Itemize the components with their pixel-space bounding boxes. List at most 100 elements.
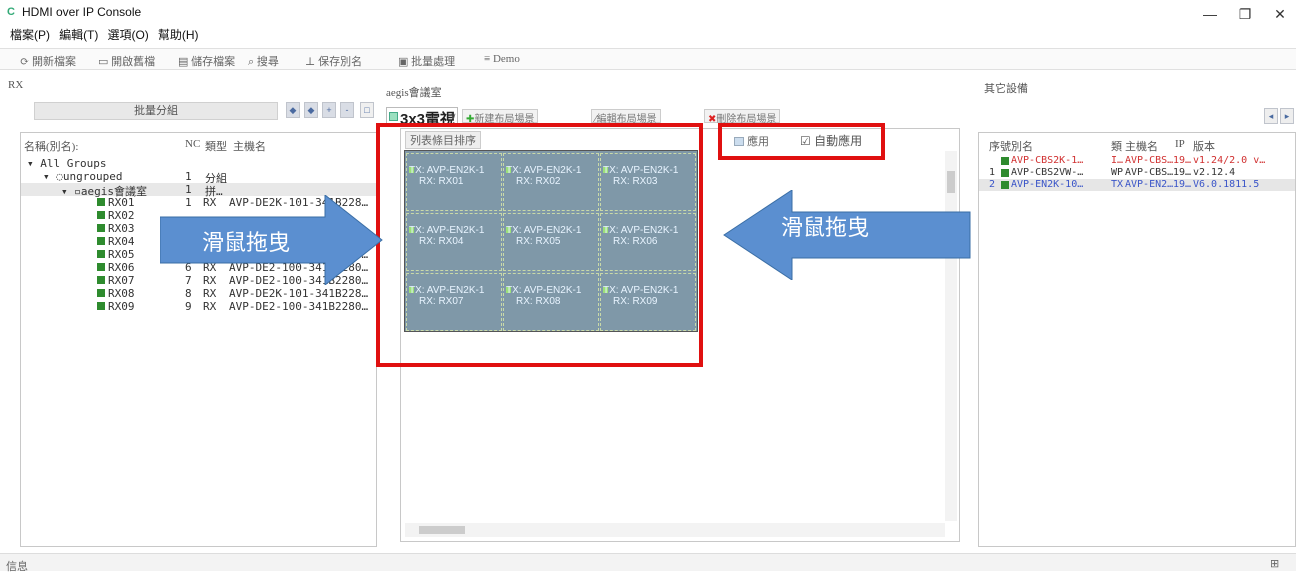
app-logo-icon: C: [7, 6, 15, 18]
rx-device-icon: [97, 302, 105, 310]
maximize-button[interactable]: ❐: [1230, 6, 1260, 22]
device-name: AVP-EN2K-10…: [1011, 179, 1084, 190]
move-up-button[interactable]: ◆: [286, 102, 300, 118]
open-file-button[interactable]: ▭ 開啟舊檔: [98, 53, 155, 69]
device-ver: V6.0.1811.5: [1193, 179, 1260, 190]
col-version: 版本: [1193, 141, 1215, 153]
device-type: WP: [1111, 167, 1124, 178]
rx-device-icon: [97, 237, 105, 245]
tree-rx-item[interactable]: RX08: [97, 287, 135, 300]
rx-device-icon: [97, 224, 105, 232]
window-title: HDMI over IP Console: [22, 5, 142, 19]
col-type: 類: [1111, 141, 1122, 153]
device-ver: v1.24/2.0 v…: [1193, 155, 1266, 166]
device-host: AVP-CBS…: [1125, 167, 1174, 178]
close-button[interactable]: ✕: [1265, 6, 1295, 22]
rx-panel-title: RX: [8, 79, 24, 91]
pin-icon[interactable]: ⊞: [1270, 557, 1279, 570]
grid-highlight-box: [376, 123, 703, 367]
col-name: 名稱(別名):: [24, 141, 79, 153]
ungrouped-nc: 1: [185, 170, 192, 183]
scroll-left-button[interactable]: ◂: [1264, 108, 1278, 124]
rx-nc: 8: [185, 287, 192, 300]
minimize-button[interactable]: —: [1195, 6, 1225, 22]
devices-table: 序號 別名 類 主機名 IP 版本 AVP-CBS2K-1… I… AVP-CBS……: [978, 132, 1296, 547]
rx-type: RX: [203, 287, 217, 300]
rx-device-icon: [97, 263, 105, 271]
rx-device-icon: [97, 276, 105, 284]
batch-group-button[interactable]: 批量分組: [34, 102, 278, 120]
col-ip: IP: [1175, 138, 1185, 150]
device-ip: 19…: [1173, 167, 1192, 178]
tree-rx-item[interactable]: RX06: [97, 261, 135, 274]
chevron-down-icon: ∨: [450, 111, 457, 121]
col-nc: NC: [185, 138, 201, 150]
device-name: AVP-CBS2K-1…: [1011, 155, 1084, 166]
device-row[interactable]: AVP-CBS2K-1… I… AVP-CBS… 19… v1.24/2.0 v…: [979, 155, 1295, 167]
device-type: TX: [1111, 179, 1124, 190]
device-icon: [1001, 157, 1009, 165]
tree-rx-item[interactable]: RX07: [97, 274, 135, 287]
edit-layout-button[interactable]: ⁄編輯布局場景: [591, 109, 661, 125]
menu-help[interactable]: 幫助(H): [158, 26, 199, 43]
other-devices-title: 其它設備: [984, 83, 1028, 95]
tree-rx-item[interactable]: RX03: [97, 222, 135, 235]
apply-highlight-box: [718, 123, 885, 160]
rx-device-icon: [97, 289, 105, 297]
right-arrow-label: 滑鼠拖曳: [781, 215, 870, 240]
tree-rx-item[interactable]: RX04: [97, 235, 135, 248]
toolbar: ⟳ 開新檔案 ▭ 開啟舊檔 ▤ 儲存檔案 ⌕ 搜尋 ⊥ 保存別名 ▣ 批量處理 …: [0, 48, 1296, 70]
rx-nc: 9: [185, 300, 192, 313]
device-row[interactable]: 1 AVP-CBS2VW-… WP AVP-CBS… 19… v2.12.4: [979, 167, 1295, 179]
batch-process-button[interactable]: ▣ 批量處理: [398, 53, 455, 69]
new-layout-button[interactable]: ✚新建布局場景: [462, 109, 539, 125]
menu-edit[interactable]: 編輯(T): [59, 26, 98, 43]
col-index: 序號: [989, 141, 1011, 153]
rx-device-icon: [97, 211, 105, 219]
col-host: 主機名: [1125, 141, 1158, 153]
rx-device-icon: [97, 198, 105, 206]
tree-ungrouped[interactable]: ▾ ◌ungrouped: [43, 170, 122, 183]
device-idx: 2: [989, 179, 996, 190]
tree-rx-item[interactable]: RX09: [97, 300, 135, 313]
device-row[interactable]: 2 AVP-EN2K-10… TX AVP-EN2… 19… V6.0.1811.5: [979, 179, 1295, 191]
remove-button[interactable]: -: [340, 102, 354, 118]
rx-host: AVP-DE2K-101-341B228…: [229, 287, 369, 300]
title-bar: C HDMI over IP Console — ❐ ✕: [0, 0, 1296, 22]
menu-bar: 檔案(P) 編輯(T) 選項(O) 幫助(H): [0, 22, 1296, 42]
move-down-button[interactable]: ◆: [304, 102, 318, 118]
device-host: AVP-CBS…: [1125, 155, 1174, 166]
scroll-right-button[interactable]: ▸: [1280, 108, 1294, 124]
left-arrow-label: 滑鼠拖曳: [202, 230, 291, 255]
menu-file[interactable]: 檔案(P): [10, 26, 50, 43]
room-title: aegis會議室: [386, 87, 442, 99]
save-alias-button[interactable]: ⊥ 保存別名: [305, 53, 362, 69]
horizontal-scrollbar[interactable]: [405, 523, 945, 537]
demo-button[interactable]: ≡ Demo: [484, 53, 520, 65]
rx-device-icon: [97, 250, 105, 258]
tree-rx-item[interactable]: RX01: [97, 196, 135, 209]
menu-options[interactable]: 選項(O): [107, 26, 148, 43]
tree-rx-item[interactable]: RX02: [97, 209, 135, 222]
rx-host: AVP-DE2-100-341B2280…: [229, 300, 369, 313]
col-host: 主機名: [233, 141, 266, 153]
tree-all-groups[interactable]: ▾ All Groups: [27, 157, 106, 170]
device-idx: 1: [989, 167, 996, 178]
add-button[interactable]: +: [322, 102, 336, 118]
extra-button[interactable]: □: [360, 102, 374, 118]
delete-layout-button[interactable]: ✖刪除布局場景: [704, 109, 781, 125]
status-label: 信息: [6, 561, 28, 573]
col-alias: 別名: [1011, 141, 1033, 153]
rx-type: RX: [203, 300, 217, 313]
device-name: AVP-CBS2VW-…: [1011, 167, 1084, 178]
search-button[interactable]: ⌕ 搜尋: [248, 53, 279, 69]
tree-rx-item[interactable]: RX05: [97, 248, 135, 261]
new-file-button[interactable]: ⟳ 開新檔案: [20, 53, 76, 69]
save-file-button[interactable]: ▤ 儲存檔案: [178, 53, 235, 69]
device-type: I…: [1111, 155, 1124, 166]
device-icon: [1001, 169, 1009, 177]
device-host: AVP-EN2…: [1125, 179, 1174, 190]
device-ip: 19…: [1173, 155, 1192, 166]
device-ip: 19…: [1173, 179, 1192, 190]
device-ver: v2.12.4: [1193, 167, 1236, 178]
